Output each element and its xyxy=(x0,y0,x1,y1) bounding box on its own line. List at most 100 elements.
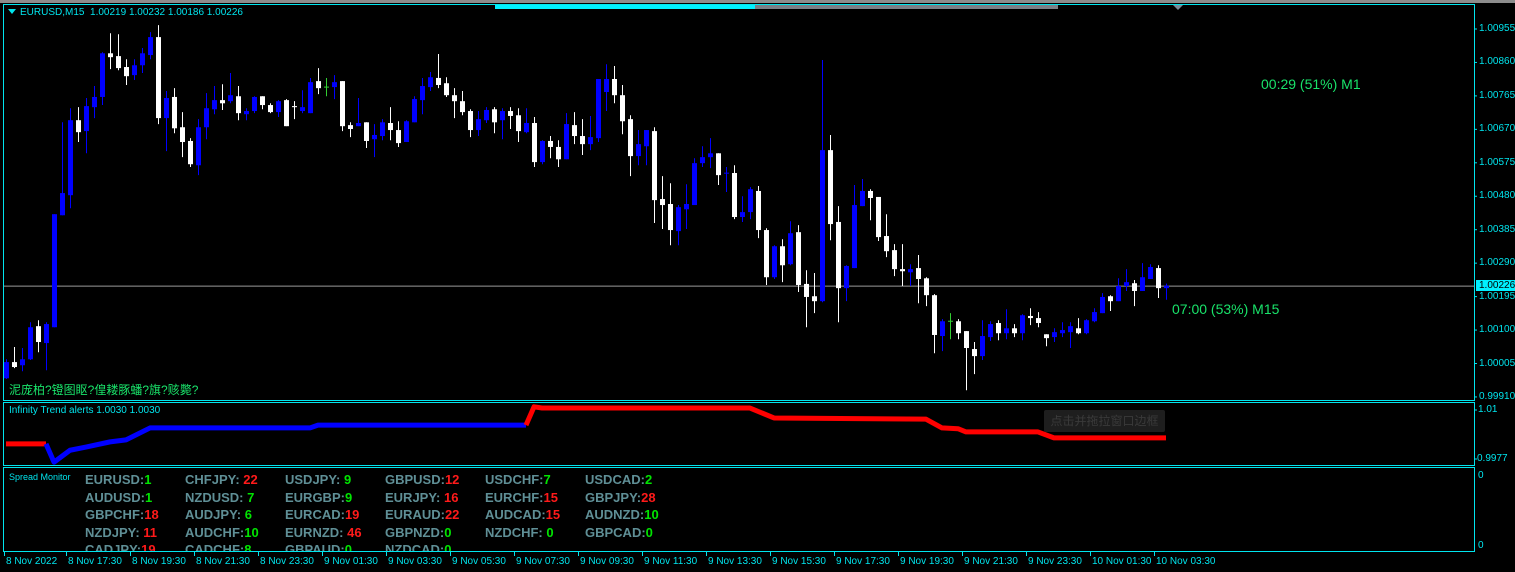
candle-body xyxy=(668,203,673,231)
time-label: 9 Nov 13:30 xyxy=(708,556,762,567)
candle-body xyxy=(860,190,865,207)
candle-body xyxy=(740,212,745,218)
candle-body xyxy=(92,96,97,108)
candle-body xyxy=(804,283,809,297)
candle-body xyxy=(220,100,225,104)
candle-body xyxy=(124,67,129,77)
candle-body xyxy=(364,122,369,141)
candle-body xyxy=(108,53,113,58)
candle-body xyxy=(28,327,33,360)
candle-body xyxy=(516,115,521,132)
spread-item: CHFJPY: 22 xyxy=(185,472,258,487)
pair-name: GBPJPY: xyxy=(585,489,642,505)
candle-body xyxy=(428,77,433,88)
candle-body xyxy=(404,121,409,143)
candle-body xyxy=(60,193,65,216)
pair-name: NZDCAD: xyxy=(385,542,445,551)
current-price-label: 1.00226 xyxy=(1476,279,1515,291)
candle-body xyxy=(924,278,929,296)
candle-body xyxy=(340,81,345,127)
candle-body xyxy=(652,131,657,201)
spread-value: 10 xyxy=(244,524,259,540)
candle-body xyxy=(524,123,529,133)
spread-value: 15 xyxy=(543,489,558,505)
spread-value: 0 xyxy=(542,524,554,540)
candle-body xyxy=(1012,328,1017,334)
price-label: 1.00385 xyxy=(1479,223,1515,235)
candle-body xyxy=(828,150,833,225)
candle-body xyxy=(204,108,209,128)
spread-value: 19 xyxy=(141,542,156,551)
candle-body xyxy=(1140,277,1145,291)
candle-body xyxy=(700,157,705,164)
candle-body xyxy=(812,296,817,302)
candle-body xyxy=(628,119,633,157)
spread-axis-bottom: 0 xyxy=(1478,540,1484,551)
candle-body xyxy=(156,37,161,119)
spread-value: 9 xyxy=(344,489,353,505)
spread-item: CADJPY:19 xyxy=(85,542,156,551)
candle-body xyxy=(1076,328,1081,334)
pair-name: EURGBP: xyxy=(285,489,345,505)
price-label: 1.00860 xyxy=(1479,56,1515,68)
candle-body xyxy=(1044,334,1049,339)
candle-body xyxy=(36,326,41,343)
spread-value: 0 xyxy=(444,542,452,551)
candle-body xyxy=(788,233,793,265)
candle-body xyxy=(572,125,577,137)
spread-item: GBPNZD:0 xyxy=(385,525,451,540)
pair-name: EURCAD: xyxy=(285,507,345,522)
indicator-axis-top: 1.01 xyxy=(1478,404,1498,415)
spread-item: GBPUSD:12 xyxy=(385,472,459,487)
candle-body xyxy=(292,106,297,108)
candle-body xyxy=(1084,320,1089,334)
time-label: 9 Nov 23:30 xyxy=(1028,556,1082,567)
spread-value: 8 xyxy=(244,542,252,551)
candle-body xyxy=(52,214,57,328)
spread-value: 19 xyxy=(344,507,360,522)
time-label: 9 Nov 11:30 xyxy=(644,556,698,567)
candle-body xyxy=(964,331,969,349)
candle-body xyxy=(348,125,353,129)
candle-body xyxy=(372,134,377,140)
candle-body xyxy=(1020,315,1025,334)
candle-body xyxy=(388,123,393,131)
candle-body xyxy=(412,99,417,123)
candle-body xyxy=(172,96,177,129)
candle-body xyxy=(892,250,897,270)
spread-value: 0 xyxy=(645,524,653,540)
spread-item: EURJPY: 16 xyxy=(385,490,458,505)
candle-body xyxy=(876,196,881,238)
candle-body xyxy=(420,86,425,101)
candle-body xyxy=(284,100,289,127)
spread-item: EURGBP:9 xyxy=(285,490,352,505)
candle-body xyxy=(772,246,777,278)
candle-body xyxy=(452,95,457,102)
candle-body xyxy=(1028,315,1033,319)
spread-value: 12 xyxy=(444,472,460,487)
candle-body xyxy=(492,109,497,123)
candle-body xyxy=(244,111,249,115)
candle-body xyxy=(1060,330,1065,334)
spread-item: NZDCHF: 0 xyxy=(485,525,554,540)
candle-body xyxy=(68,120,73,196)
candle-body xyxy=(900,269,905,272)
spread-value: 0 xyxy=(444,524,452,540)
candle-body xyxy=(844,265,849,289)
time-label: 9 Nov 09:30 xyxy=(580,556,634,567)
candle-body xyxy=(1164,285,1169,289)
spread-value: 6 xyxy=(241,507,252,522)
spread-item: USDCAD:2 xyxy=(585,472,652,487)
candle-body xyxy=(1132,283,1137,291)
time-label: 8 Nov 23:30 xyxy=(260,556,314,567)
pair-name: USDCAD: xyxy=(585,472,645,487)
spread-table: EURUSD:1 AUDUSD:1 GBPCHF:18 NZDJPY: 11 CADJP… xyxy=(4,468,1474,551)
candle-body xyxy=(732,173,737,218)
candle-body xyxy=(148,37,153,56)
spread-item: EURCHF:15 xyxy=(485,490,558,505)
candle-body xyxy=(332,82,337,88)
candle-body xyxy=(756,190,761,231)
garbled-indicator-text: 泥庞柏?镫图眍?偟耧豚蟠?旗?赅斃? xyxy=(9,383,199,397)
candle-body xyxy=(612,78,617,96)
price-label: 1.00290 xyxy=(1479,257,1515,269)
